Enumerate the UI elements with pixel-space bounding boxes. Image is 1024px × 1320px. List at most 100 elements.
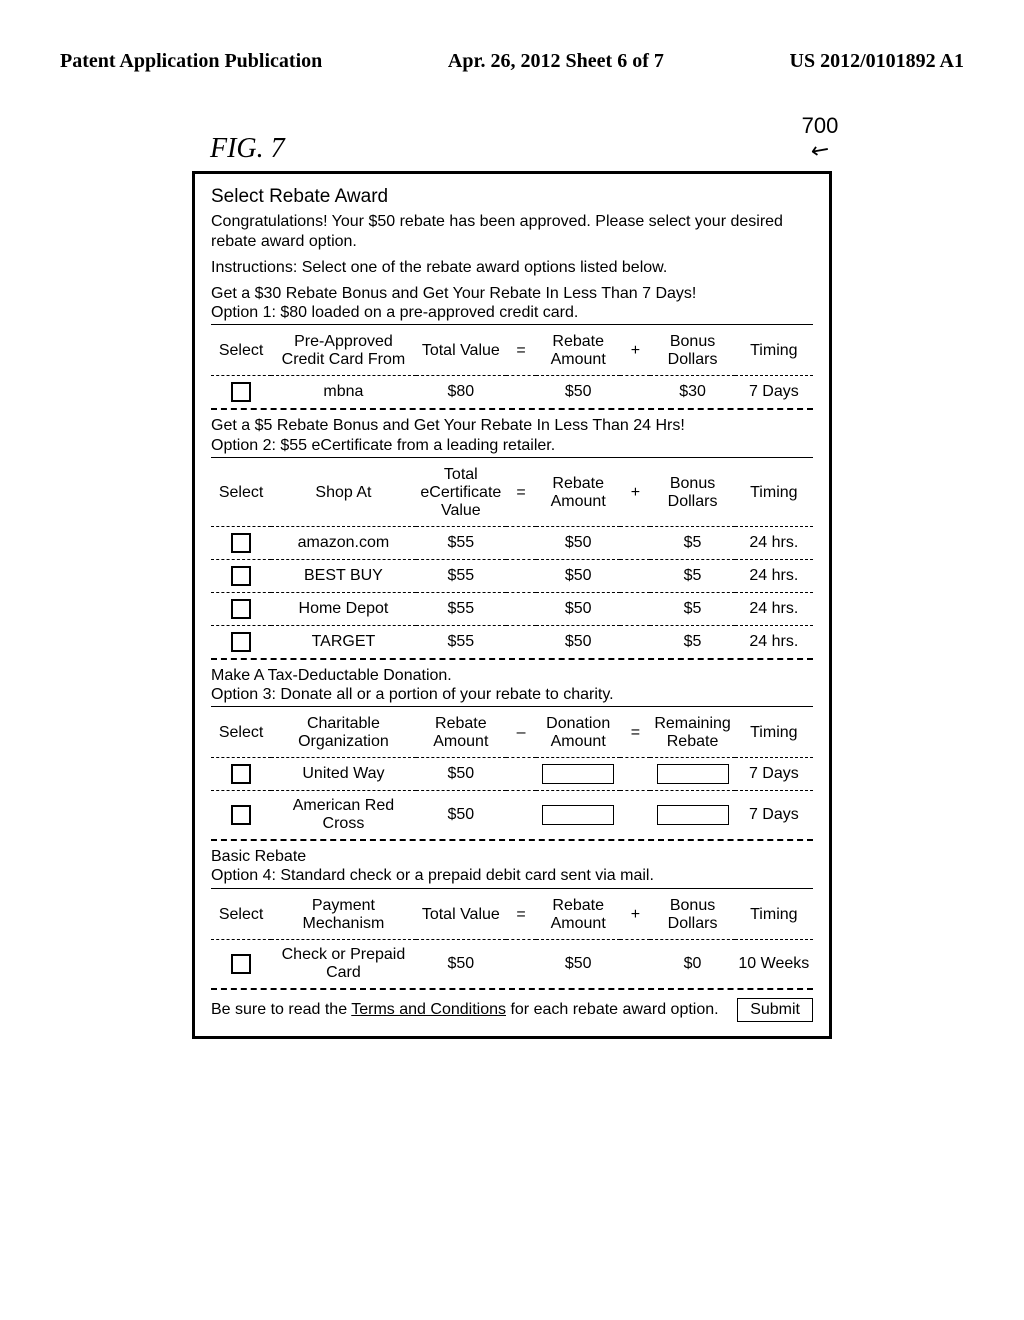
cell-value: $55 (416, 559, 506, 592)
cell-bonus: $5 (650, 526, 734, 559)
footer-text: Be sure to read the Terms and Conditions… (211, 1001, 719, 1019)
th-rebate: Donation Amount (536, 709, 620, 758)
submit-button[interactable]: Submit (737, 998, 813, 1022)
th-name: Payment Mechanism (271, 891, 415, 940)
cell-name: BEST BUY (271, 559, 415, 592)
reference-number-wrap: 700 ↙ (790, 113, 850, 165)
th-timing: Timing (735, 327, 813, 376)
option1-header-row: Select Pre-Approved Credit Card From Tot… (211, 327, 813, 376)
option1-intro-line1: Get a $30 Rebate Bonus and Get Your Reba… (211, 284, 813, 303)
figure-label-row: FIG. 7 700 ↙ (162, 113, 862, 165)
table-row: amazon.com $55 $50 $5 24 hrs. (211, 526, 813, 559)
pub-header-center: Apr. 26, 2012 Sheet 6 of 7 (448, 50, 664, 73)
cell-name: amazon.com (271, 526, 415, 559)
ref-arrow-icon: ↙ (808, 139, 831, 161)
cell-value: $55 (416, 625, 506, 658)
cell-value: $55 (416, 592, 506, 625)
th-select: Select (211, 327, 271, 376)
cell-bonus: $30 (650, 376, 734, 409)
th-op1: – (506, 709, 536, 758)
cell-value: $50 (416, 758, 506, 791)
cell-name: TARGET (271, 625, 415, 658)
table-row: Check or Prepaid Card $50 $50 $0 10 Week… (211, 939, 813, 988)
pub-header-left: Patent Application Publication (60, 50, 322, 73)
th-value: Total eCertificate Value (416, 460, 506, 527)
option2-intro-line2: Option 2: $55 eCertificate from a leadin… (211, 436, 813, 455)
remaining-input[interactable] (657, 764, 729, 784)
cell-bonus: $5 (650, 592, 734, 625)
th-op2: + (620, 327, 650, 376)
pub-header-right: US 2012/0101892 A1 (790, 50, 964, 73)
option1-table: Select Pre-Approved Credit Card From Tot… (211, 327, 813, 408)
cell-rebate: $50 (536, 939, 620, 988)
checkbox-icon[interactable] (231, 632, 251, 652)
cell-rebate: $50 (536, 559, 620, 592)
table-row: United Way $50 7 Days (211, 758, 813, 791)
cell-name: Check or Prepaid Card (271, 939, 415, 988)
dash-divider (211, 839, 813, 841)
remaining-input[interactable] (657, 805, 729, 825)
option4-table: Select Payment Mechanism Total Value = R… (211, 891, 813, 988)
th-op2: + (620, 891, 650, 940)
footer-post: for each rebate award option. (506, 1001, 719, 1018)
checkbox-icon[interactable] (231, 805, 251, 825)
th-value: Total Value (416, 891, 506, 940)
footer-row: Be sure to read the Terms and Conditions… (211, 998, 813, 1022)
option2-intro: Get a $5 Rebate Bonus and Get Your Rebat… (211, 416, 813, 454)
terms-link[interactable]: Terms and Conditions (351, 1001, 506, 1018)
option1-intro-line2: Option 1: $80 loaded on a pre-approved c… (211, 303, 813, 322)
option1-intro: Get a $30 Rebate Bonus and Get Your Reba… (211, 284, 813, 322)
table-row: Home Depot $55 $50 $5 24 hrs. (211, 592, 813, 625)
cell-bonus: $5 (650, 559, 734, 592)
checkbox-icon[interactable] (231, 954, 251, 974)
th-name: Charitable Organization (271, 709, 415, 758)
cell-value: $55 (416, 526, 506, 559)
rebate-panel: Select Rebate Award Congratulations! You… (192, 171, 832, 1039)
th-bonus: Remaining Rebate (650, 709, 734, 758)
option4-intro: Basic Rebate Option 4: Standard check or… (211, 847, 813, 885)
cell-value: $50 (416, 939, 506, 988)
cell-bonus: $5 (650, 625, 734, 658)
th-rebate: Rebate Amount (536, 891, 620, 940)
cell-timing: 7 Days (735, 376, 813, 409)
dash-divider (211, 988, 813, 990)
table-row: BEST BUY $55 $50 $5 24 hrs. (211, 559, 813, 592)
donation-input[interactable] (542, 805, 614, 825)
checkbox-icon[interactable] (231, 599, 251, 619)
cell-timing: 10 Weeks (735, 939, 813, 988)
option3-header-row: Select Charitable Organization Rebate Am… (211, 709, 813, 758)
th-op2: + (620, 460, 650, 527)
table-row: mbna $80 $50 $30 7 Days (211, 376, 813, 409)
th-bonus: Bonus Dollars (650, 891, 734, 940)
th-select: Select (211, 460, 271, 527)
figure-label: FIG. 7 (210, 133, 285, 165)
th-timing: Timing (735, 891, 813, 940)
cell-name: mbna (271, 376, 415, 409)
cell-value: $80 (416, 376, 506, 409)
checkbox-icon[interactable] (231, 382, 251, 402)
dash-divider (211, 658, 813, 660)
th-op1: = (506, 891, 536, 940)
cell-rebate: $50 (536, 625, 620, 658)
cell-timing: 24 hrs. (735, 625, 813, 658)
donation-input[interactable] (542, 764, 614, 784)
checkbox-icon[interactable] (231, 764, 251, 784)
th-op1: = (506, 460, 536, 527)
table-row: American Red Cross $50 7 Days (211, 791, 813, 840)
cell-rebate: $50 (536, 526, 620, 559)
checkbox-icon[interactable] (231, 566, 251, 586)
th-name: Shop At (271, 460, 415, 527)
cell-rebate: $50 (536, 376, 620, 409)
checkbox-icon[interactable] (231, 533, 251, 553)
cell-timing: 24 hrs. (735, 559, 813, 592)
dash-divider (211, 408, 813, 410)
th-bonus: Bonus Dollars (650, 327, 734, 376)
th-timing: Timing (735, 709, 813, 758)
divider (211, 706, 813, 707)
instructions-text: Instructions: Select one of the rebate a… (211, 258, 813, 278)
option4-header-row: Select Payment Mechanism Total Value = R… (211, 891, 813, 940)
option3-intro-line2: Option 3: Donate all or a portion of you… (211, 685, 813, 704)
panel-title: Select Rebate Award (211, 186, 813, 208)
table-row: TARGET $55 $50 $5 24 hrs. (211, 625, 813, 658)
option4-intro-line1: Basic Rebate (211, 847, 813, 866)
